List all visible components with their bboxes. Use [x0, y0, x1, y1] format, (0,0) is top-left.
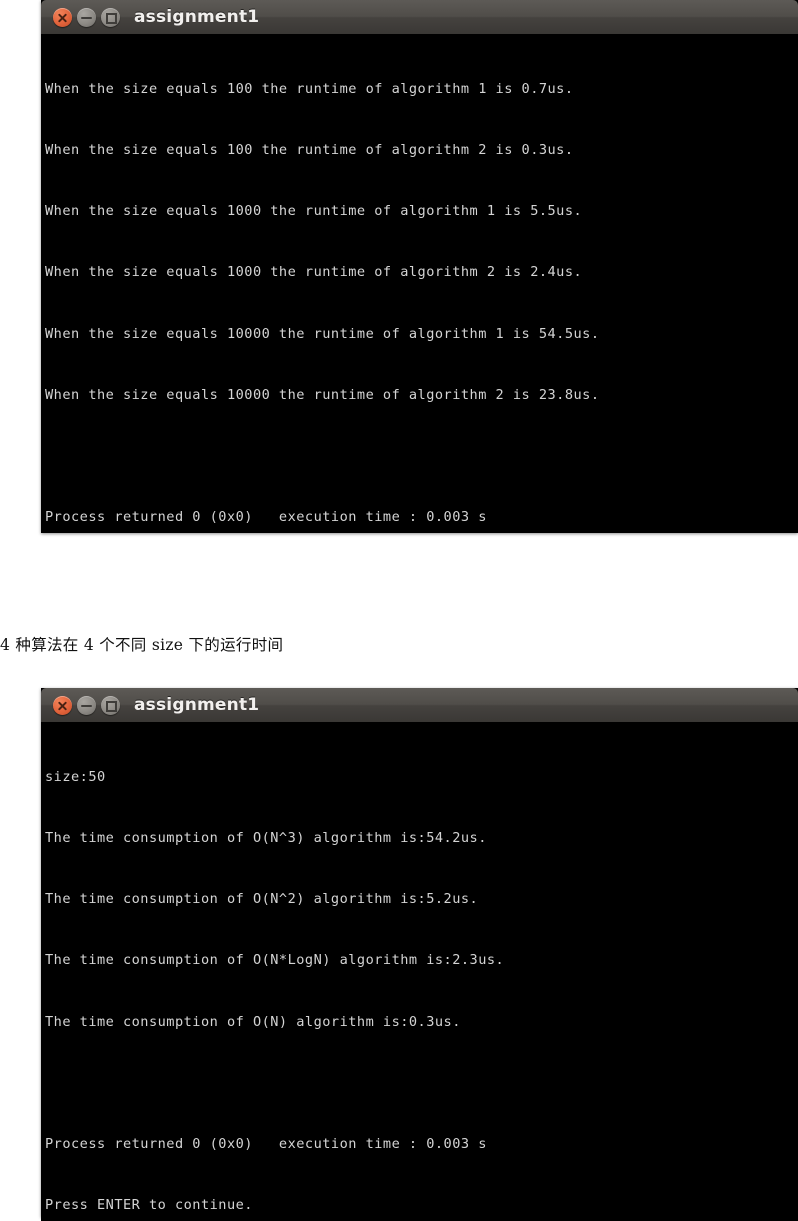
titlebar-one[interactable]: assignment1	[41, 0, 798, 34]
terminal-line: When the size equals 100 the runtime of …	[45, 142, 574, 159]
terminal-line: The time consumption of O(N*LogN) algori…	[45, 952, 505, 969]
figure-caption: 4 种算法在 4 个不同 size 下的运行时间	[0, 636, 284, 654]
terminal-line: When the size equals 1000 the runtime of…	[45, 203, 583, 220]
window-controls-two	[53, 695, 120, 715]
terminal-line: The time consumption of O(N^3) algorithm…	[45, 830, 487, 847]
window-controls-one	[53, 7, 120, 27]
terminal-line: When the size equals 1000 the runtime of…	[45, 264, 583, 281]
maximize-icon[interactable]	[101, 695, 120, 715]
terminal-line: When the size equals 10000 the runtime o…	[45, 386, 600, 403]
terminal-line-process-returned: Process returned 0 (0x0) execution time …	[45, 509, 487, 526]
terminal-output-one[interactable]: When the size equals 100 the runtime of …	[41, 34, 798, 533]
close-icon[interactable]	[53, 7, 72, 27]
minimize-icon[interactable]	[77, 7, 96, 27]
terminal-line: When the size equals 100 the runtime of …	[45, 80, 574, 97]
terminal-line-press-enter: Press ENTER to continue.	[45, 1197, 253, 1214]
terminal-output-two[interactable]: size:50 The time consumption of O(N^3) a…	[41, 722, 798, 1221]
maximize-icon[interactable]	[101, 7, 120, 27]
terminal-line-process-returned: Process returned 0 (0x0) execution time …	[45, 1136, 487, 1153]
terminal-line: When the size equals 10000 the runtime o…	[45, 325, 600, 342]
window-title-two: assignment1	[134, 695, 260, 715]
terminal-window-two[interactable]: assignment1 size:50 The time consumption…	[41, 688, 798, 1221]
terminal-line: The time consumption of O(N^2) algorithm…	[45, 891, 479, 908]
minimize-icon[interactable]	[77, 695, 96, 715]
terminal-window-one[interactable]: assignment1 When the size equals 100 the…	[41, 0, 798, 533]
terminal-line-size: size:50	[45, 768, 106, 785]
close-icon[interactable]	[53, 695, 72, 715]
titlebar-two[interactable]: assignment1	[41, 688, 798, 722]
terminal-line: The time consumption of O(N) algorithm i…	[45, 1013, 461, 1030]
window-title-one: assignment1	[134, 7, 260, 27]
